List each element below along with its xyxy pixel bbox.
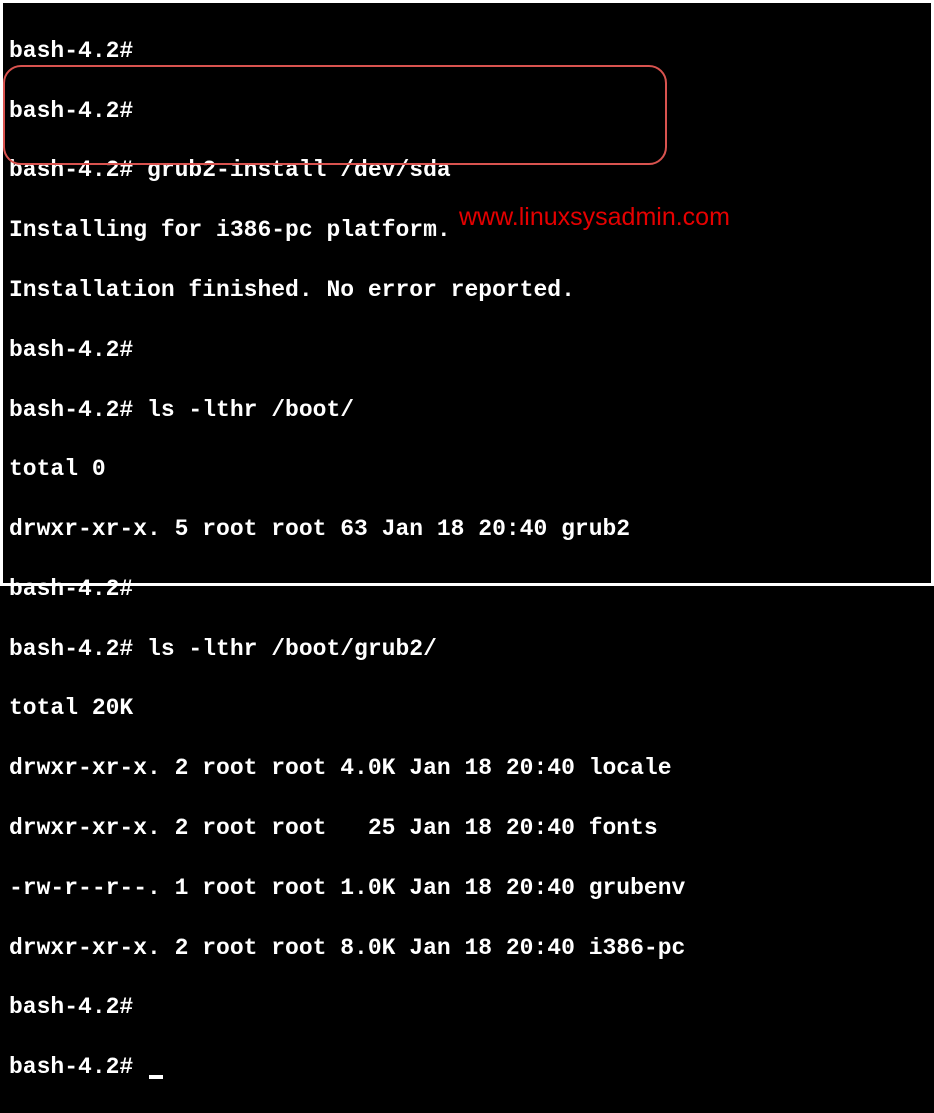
terminal-line: drwxr-xr-x. 2 root root 25 Jan 18 20:40 … xyxy=(9,814,925,844)
terminal-line: bash-4.2# grub2-install /dev/sda xyxy=(9,156,925,186)
terminal-line: drwxr-xr-x. 5 root root 63 Jan 18 20:40 … xyxy=(9,515,925,545)
terminal-line: bash-4.2# xyxy=(9,575,925,605)
terminal-prompt-active[interactable]: bash-4.2# xyxy=(9,1053,925,1083)
terminal-line: drwxr-xr-x. 2 root root 8.0K Jan 18 20:4… xyxy=(9,934,925,964)
terminal-line: bash-4.2# xyxy=(9,336,925,366)
prompt-text: bash-4.2# xyxy=(9,1054,147,1080)
terminal-line: -rw-r--r--. 1 root root 1.0K Jan 18 20:4… xyxy=(9,874,925,904)
terminal-line: bash-4.2# ls -lthr /boot/ xyxy=(9,396,925,426)
terminal-line: bash-4.2# ls -lthr /boot/grub2/ xyxy=(9,635,925,665)
terminal-line: total 0 xyxy=(9,455,925,485)
terminal-output[interactable]: bash-4.2# bash-4.2# bash-4.2# grub2-inst… xyxy=(9,7,925,1113)
terminal-line: bash-4.2# xyxy=(9,37,925,67)
terminal-line: Installation finished. No error reported… xyxy=(9,276,925,306)
terminal-line: drwxr-xr-x. 2 root root 4.0K Jan 18 20:4… xyxy=(9,754,925,784)
terminal-line: bash-4.2# xyxy=(9,97,925,127)
terminal-line: total 20K xyxy=(9,694,925,724)
watermark-text: www.linuxsysadmin.com xyxy=(459,201,730,234)
terminal-line: bash-4.2# xyxy=(9,993,925,1023)
cursor-icon xyxy=(149,1075,163,1079)
